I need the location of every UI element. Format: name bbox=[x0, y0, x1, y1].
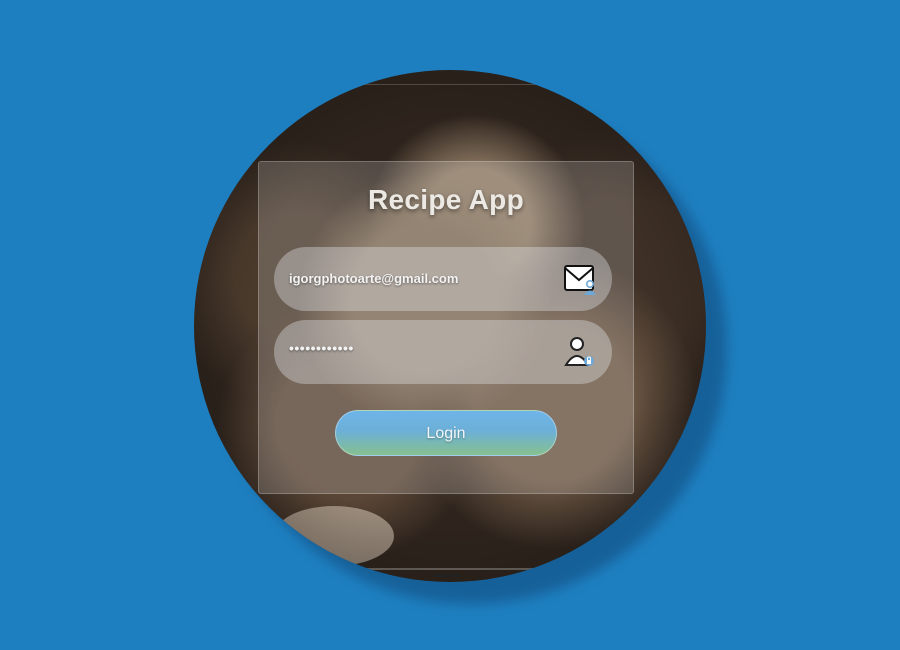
user-lock-icon bbox=[562, 334, 598, 370]
home-indicator[interactable] bbox=[434, 574, 460, 577]
password-field[interactable]: •••••••••••• bbox=[274, 320, 612, 384]
email-field[interactable]: igorgphotoarte@gmail.com bbox=[274, 247, 612, 311]
login-button[interactable]: Login bbox=[335, 410, 557, 456]
background-photo-plate bbox=[274, 506, 394, 566]
navigation-bar bbox=[254, 568, 646, 570]
status-bar bbox=[254, 84, 646, 85]
login-card: Recipe App igorgphotoarte@gmail.com ••••… bbox=[258, 161, 634, 494]
password-input[interactable]: •••••••••••• bbox=[289, 340, 354, 356]
envelope-person-icon bbox=[562, 261, 598, 297]
email-input[interactable]: igorgphotoarte@gmail.com bbox=[289, 271, 458, 286]
page-title: Recipe App bbox=[368, 184, 524, 215]
